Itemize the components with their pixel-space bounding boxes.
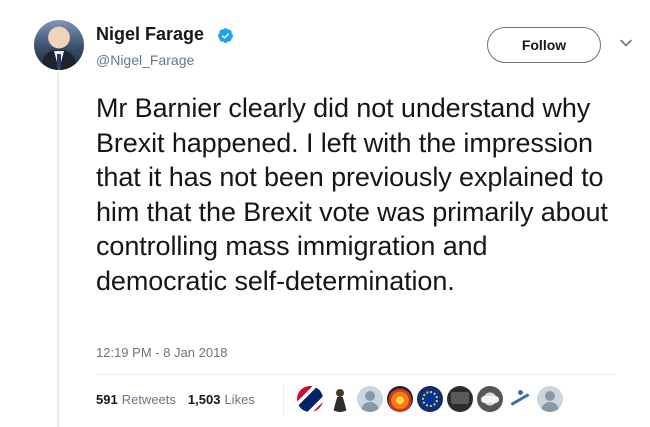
likes-label: Likes — [224, 392, 255, 407]
chevron-down-icon[interactable] — [619, 36, 633, 50]
retweets-stat[interactable]: 591 Retweets — [96, 392, 176, 407]
likes-count: 1,503 — [187, 392, 221, 407]
retweets-count: 591 — [96, 392, 118, 407]
liker-avatar[interactable] — [297, 386, 323, 412]
stats-divider — [96, 374, 616, 375]
liker-avatar[interactable] — [357, 386, 383, 412]
follow-button[interactable]: Follow — [487, 27, 601, 63]
tweet-timestamp[interactable]: 12:19 PM - 8 Jan 2018 — [96, 345, 228, 360]
author-avatar[interactable] — [34, 20, 84, 70]
liker-avatar[interactable] — [447, 386, 473, 412]
thread-line — [57, 73, 59, 427]
tweet-stats: 591 Retweets 1,503 Likes — [96, 392, 255, 407]
liker-avatar[interactable] — [477, 386, 503, 412]
liker-avatar[interactable] — [387, 386, 413, 412]
liker-avatar[interactable] — [507, 386, 533, 412]
liker-avatars — [297, 386, 563, 412]
author-handle[interactable]: @Nigel_Farage — [96, 52, 194, 68]
stats-vertical-divider — [283, 384, 284, 416]
retweets-label: Retweets — [121, 392, 176, 407]
tweet-text: Mr Barnier clearly did not understand wh… — [96, 93, 608, 296]
liker-avatar[interactable] — [537, 386, 563, 412]
liker-avatar[interactable] — [327, 386, 353, 412]
verified-badge-icon — [218, 28, 233, 43]
likes-stat[interactable]: 1,503 Likes — [188, 392, 255, 407]
liker-avatar[interactable] — [417, 386, 443, 412]
author-name[interactable]: Nigel Farage — [96, 24, 204, 45]
tweet-card: Nigel Farage @Nigel_Farage Follow Mr Bar… — [0, 0, 650, 427]
